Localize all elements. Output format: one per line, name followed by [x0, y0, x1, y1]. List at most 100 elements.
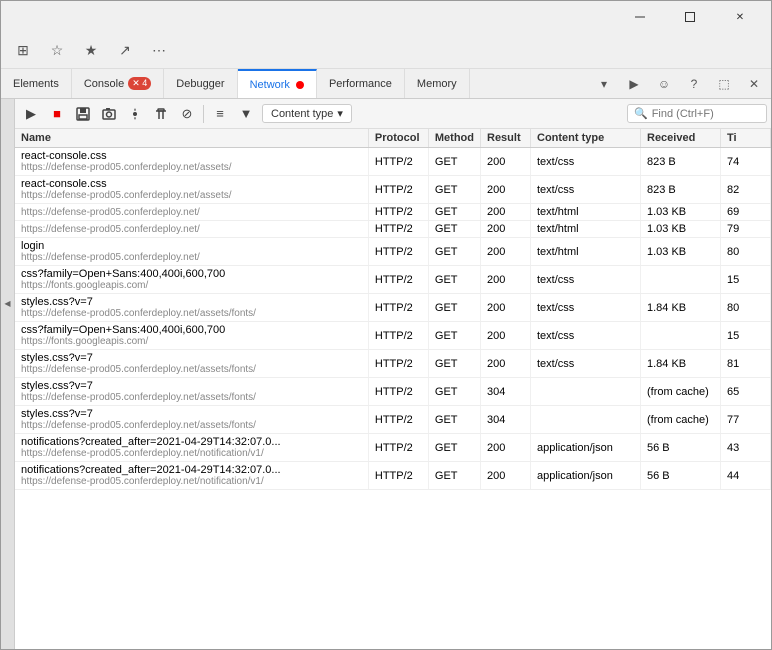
cell-name: styles.css?v=7 [21, 380, 93, 392]
cell-time: 43 [721, 434, 771, 462]
cell-result: 200 [481, 176, 531, 204]
table-row[interactable]: styles.css?v=7https://defense-prod05.con… [15, 378, 771, 406]
cell-protocol: HTTP/2 [368, 266, 428, 294]
cell-time: 80 [721, 294, 771, 322]
filter-icon[interactable]: ▾ [591, 71, 617, 97]
share-icon[interactable]: ↗ [111, 37, 139, 65]
table-row[interactable]: styles.css?v=7https://defense-prod05.con… [15, 406, 771, 434]
cell-method: GET [428, 176, 480, 204]
cell-method: GET [428, 406, 480, 434]
browser-toolbar: ⊞ ☆ ★ ↗ ⋯ [1, 33, 771, 69]
play-pause-button[interactable]: ▶ [19, 102, 43, 126]
network-table-container[interactable]: Name Protocol Method Result Content type… [15, 129, 771, 649]
cell-contenttype: text/css [531, 322, 641, 350]
table-row[interactable]: react-console.csshttps://defense-prod05.… [15, 176, 771, 204]
tab-performance[interactable]: Performance [317, 69, 405, 98]
cell-method: GET [428, 148, 480, 176]
cell-protocol: HTTP/2 [368, 378, 428, 406]
cell-result: 200 [481, 238, 531, 266]
cell-name: react-console.css [21, 150, 107, 162]
cell-method: GET [428, 434, 480, 462]
table-row[interactable]: notifications?created_after=2021-04-29T1… [15, 434, 771, 462]
save-log-button[interactable] [71, 102, 95, 126]
cell-protocol: HTTP/2 [368, 434, 428, 462]
table-row[interactable]: https://defense-prod05.conferdeploy.net/… [15, 204, 771, 221]
cell-contenttype: application/json [531, 462, 641, 490]
cell-result: 200 [481, 294, 531, 322]
cell-url: https://fonts.googleapis.com/ [21, 336, 362, 347]
filter-dropdown-button[interactable]: ▼ [234, 102, 258, 126]
content-type-filter-button[interactable]: Content type ▾ [262, 104, 352, 123]
tab-console[interactable]: Console ✕ 4 [72, 69, 164, 98]
cell-received: 1.03 KB [641, 204, 721, 221]
cell-protocol: HTTP/2 [368, 322, 428, 350]
table-row[interactable]: https://defense-prod05.conferdeploy.net/… [15, 221, 771, 238]
col-header-method[interactable]: Method [428, 129, 480, 148]
star-icon[interactable]: ☆ [43, 37, 71, 65]
clear-button[interactable] [149, 102, 173, 126]
cell-protocol: HTTP/2 [368, 294, 428, 322]
cell-name: notifications?created_after=2021-04-29T1… [21, 464, 281, 476]
cell-method: GET [428, 462, 480, 490]
col-header-name[interactable]: Name [15, 129, 368, 148]
cell-contenttype: text/html [531, 204, 641, 221]
col-header-contenttype[interactable]: Content type [531, 129, 641, 148]
emoji-icon[interactable]: ☺ [651, 71, 677, 97]
tab-debugger[interactable]: Debugger [164, 69, 237, 98]
cell-url: https://fonts.googleapis.com/ [21, 280, 362, 291]
col-header-received[interactable]: Received [641, 129, 721, 148]
col-header-protocol[interactable]: Protocol [368, 129, 428, 148]
cell-received: 1.84 KB [641, 294, 721, 322]
table-row[interactable]: notifications?created_after=2021-04-29T1… [15, 462, 771, 490]
table-row[interactable]: styles.css?v=7https://defense-prod05.con… [15, 350, 771, 378]
cell-time: 79 [721, 221, 771, 238]
cell-method: GET [428, 294, 480, 322]
cell-result: 200 [481, 350, 531, 378]
cell-protocol: HTTP/2 [368, 350, 428, 378]
search-box[interactable]: 🔍 [627, 104, 767, 123]
tab-elements[interactable]: Elements [1, 69, 72, 98]
screenshot-button[interactable] [97, 102, 121, 126]
network-table: Name Protocol Method Result Content type… [15, 129, 771, 490]
stop-recording-button[interactable]: ■ [45, 102, 69, 126]
help-icon[interactable]: ? [681, 71, 707, 97]
devtools-panel: ▶ ■ ⊘ ≡ ▼ Content type [15, 99, 771, 649]
close-button[interactable]: ✕ [717, 1, 763, 33]
cell-received: 823 B [641, 176, 721, 204]
bookmark-icon[interactable]: ⊞ [9, 37, 37, 65]
table-row[interactable]: css?family=Open+Sans:400,400i,600,700htt… [15, 322, 771, 350]
console-badge: ✕ 4 [128, 77, 151, 90]
table-row[interactable]: loginhttps://defense-prod05.conferdeploy… [15, 238, 771, 266]
cell-url: https://defense-prod05.conferdeploy.net/ [21, 252, 362, 263]
close-devtools-icon[interactable]: ✕ [741, 71, 767, 97]
recording-indicator [296, 81, 304, 89]
cell-name: react-console.css [21, 178, 107, 190]
undock-icon[interactable]: ⬚ [711, 71, 737, 97]
cell-time: 44 [721, 462, 771, 490]
list-view-button[interactable]: ≡ [208, 102, 232, 126]
tab-memory[interactable]: Memory [405, 69, 470, 98]
favorite-icon[interactable]: ★ [77, 37, 105, 65]
col-header-time[interactable]: Ti [721, 129, 771, 148]
cell-name: notifications?created_after=2021-04-29T1… [21, 436, 281, 448]
cell-contenttype: text/css [531, 176, 641, 204]
maximize-button[interactable] [667, 1, 713, 33]
cell-name: login [21, 240, 44, 252]
table-row[interactable]: react-console.csshttps://defense-prod05.… [15, 148, 771, 176]
cell-received: (from cache) [641, 378, 721, 406]
table-row[interactable]: styles.css?v=7https://defense-prod05.con… [15, 294, 771, 322]
tab-elements-label: Elements [13, 78, 59, 90]
col-header-result[interactable]: Result [481, 129, 531, 148]
cell-url: https://defense-prod05.conferdeploy.net/… [21, 476, 362, 487]
panel-arrow-icon[interactable]: ◀ [4, 299, 10, 308]
minimize-button[interactable] [617, 1, 663, 33]
cell-url: https://defense-prod05.conferdeploy.net/… [21, 448, 362, 459]
block-requests-button[interactable]: ⊘ [175, 102, 199, 126]
search-input[interactable] [652, 108, 760, 120]
tab-network[interactable]: Network [238, 69, 317, 98]
settings-button[interactable] [123, 102, 147, 126]
play-icon[interactable]: ▶ [621, 71, 647, 97]
table-row[interactable]: css?family=Open+Sans:400,400i,600,700htt… [15, 266, 771, 294]
cell-result: 200 [481, 434, 531, 462]
more-icon[interactable]: ⋯ [145, 37, 173, 65]
